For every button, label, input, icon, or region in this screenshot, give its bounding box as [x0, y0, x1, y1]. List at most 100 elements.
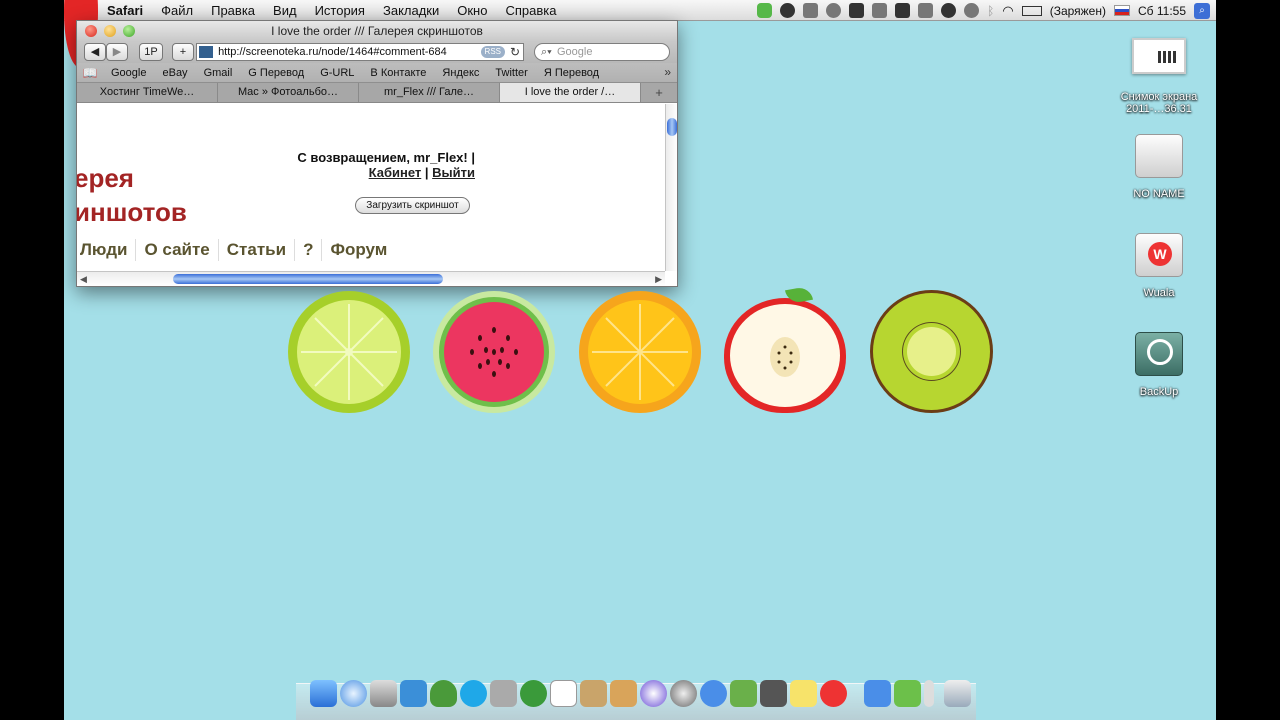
- menu-history[interactable]: История: [306, 3, 374, 18]
- battery-icon[interactable]: [1021, 5, 1042, 16]
- nav-forum[interactable]: Форум: [322, 240, 395, 260]
- desktop-icon-backup[interactable]: BackUp: [1104, 332, 1214, 398]
- close-window-button[interactable]: [85, 25, 97, 37]
- twitter-icon[interactable]: [400, 680, 427, 707]
- spotlight-icon[interactable]: ⌕: [1194, 2, 1210, 19]
- apple-flesh: [730, 304, 840, 407]
- address-url: http://screenoteka.ru/node/1464#comment-…: [218, 46, 447, 59]
- evernote-elephant-icon[interactable]: [918, 3, 934, 18]
- zoom-window-button[interactable]: [123, 25, 135, 37]
- desktop-icon-no-name[interactable]: NO NAME: [1104, 134, 1214, 200]
- adium-icon[interactable]: [430, 680, 457, 707]
- desktop-icon-screenshot[interactable]: Снимок экрана 2011-…36.31: [1104, 38, 1214, 115]
- address-book-icon[interactable]: [580, 680, 607, 707]
- menu-view[interactable]: Вид: [264, 3, 306, 18]
- itunes-icon[interactable]: [640, 680, 667, 707]
- search-field[interactable]: ⌕▾ Google: [534, 43, 670, 61]
- nav-articles[interactable]: Статьи: [219, 240, 294, 260]
- menu-window[interactable]: Окно: [448, 3, 496, 18]
- package-icon[interactable]: [610, 680, 637, 707]
- nav-people[interactable]: Люди: [77, 240, 135, 260]
- bookmark-ya-translate[interactable]: Я Перевод: [536, 67, 607, 79]
- cabinet-link[interactable]: Кабинет: [369, 165, 422, 180]
- tab-i-love-the-order[interactable]: I love the order /…: [500, 83, 641, 102]
- skype-icon[interactable]: [460, 680, 487, 707]
- rss-button[interactable]: RSS: [480, 46, 505, 58]
- utorrent-icon[interactable]: [520, 680, 547, 707]
- reload-icon[interactable]: ↻: [510, 44, 520, 60]
- scroll-right-arrow-icon[interactable]: ▶: [655, 272, 662, 286]
- upload-screenshot-button[interactable]: Загрузить скриншот: [355, 197, 470, 214]
- site-title-line1[interactable]: ерея: [77, 163, 134, 194]
- scroll-left-arrow-icon[interactable]: ◀: [80, 272, 87, 286]
- welcome-text: С возвращением, mr_Flex! |: [297, 150, 475, 165]
- bookmark-gmail[interactable]: Gmail: [196, 67, 241, 79]
- bookmarks-book-icon[interactable]: 📖: [77, 66, 103, 80]
- orange-segments-icon: [592, 304, 688, 400]
- twitter-status-icon[interactable]: [872, 3, 888, 18]
- reader-bookmarklet-button[interactable]: 1P: [139, 43, 163, 61]
- wuala-icon[interactable]: [820, 680, 847, 707]
- bookmark-ebay[interactable]: eBay: [154, 67, 195, 79]
- vertical-scrollbar[interactable]: [665, 104, 677, 271]
- add-bookmark-button[interactable]: +: [172, 43, 194, 61]
- logout-link[interactable]: Выйти: [432, 165, 475, 180]
- safari-icon[interactable]: [340, 680, 367, 707]
- dropbox-status-icon[interactable]: [849, 3, 865, 18]
- menu-edit[interactable]: Правка: [202, 3, 264, 18]
- stack-icon[interactable]: [894, 680, 921, 707]
- divvy-status-icon[interactable]: [826, 3, 842, 18]
- time-machine-icon[interactable]: [964, 3, 980, 18]
- trash-icon[interactable]: [944, 680, 971, 707]
- vertical-scroll-thumb[interactable]: [667, 118, 677, 136]
- boot-camp-icon[interactable]: [760, 680, 787, 707]
- nav-about[interactable]: О сайте: [136, 240, 217, 260]
- bookmark-g-url[interactable]: G-URL: [312, 67, 362, 79]
- menu-app-name[interactable]: Safari: [98, 3, 152, 18]
- watermelon-seeds-icon: [470, 327, 518, 377]
- new-tab-button[interactable]: +: [641, 83, 677, 102]
- facetime-icon[interactable]: [490, 680, 517, 707]
- tab-timeweb[interactable]: Хостинг TimeWe…: [77, 83, 218, 102]
- calendar-icon[interactable]: [550, 680, 577, 707]
- cs-status-icon[interactable]: [803, 3, 819, 18]
- menu-help[interactable]: Справка: [496, 3, 565, 18]
- evernote-status-icon[interactable]: [757, 3, 773, 18]
- stickies-icon[interactable]: [790, 680, 817, 707]
- bookmark-yandex[interactable]: Яндекс: [434, 67, 487, 79]
- wifi-icon[interactable]: ◠: [1002, 3, 1013, 19]
- app-store-folder-icon[interactable]: [864, 680, 891, 707]
- minimize-window-button[interactable]: [104, 25, 116, 37]
- desktop-icon-wuala[interactable]: W Wuala: [1104, 233, 1214, 299]
- menu-bar: Safari Файл Правка Вид История Закладки …: [64, 0, 1216, 68]
- disk-utility-icon[interactable]: [670, 680, 697, 707]
- forward-button[interactable]: ▶: [106, 43, 128, 61]
- finder-icon[interactable]: [310, 680, 337, 707]
- bookmark-google[interactable]: Google: [103, 67, 154, 79]
- more-bookmarks-chevron-icon[interactable]: »: [664, 65, 671, 79]
- bookmark-twitter[interactable]: Twitter: [487, 67, 535, 79]
- utilities-icon[interactable]: [924, 680, 934, 707]
- input-source-flag-icon[interactable]: [1113, 5, 1130, 16]
- menu-clock[interactable]: Сб 11:55: [1138, 4, 1186, 18]
- sync-status-icon[interactable]: [941, 3, 957, 18]
- bluetooth-icon[interactable]: ᛒ: [987, 4, 994, 18]
- address-bar[interactable]: http://screenoteka.ru/node/1464#comment-…: [196, 43, 524, 61]
- system-app-icon[interactable]: [730, 680, 757, 707]
- horizontal-scroll-thumb[interactable]: [173, 274, 443, 284]
- window-titlebar[interactable]: I love the order /// Галерея скриншотов: [77, 21, 677, 41]
- mail-icon[interactable]: [370, 680, 397, 707]
- site-title-line2[interactable]: иншотов: [77, 197, 187, 228]
- bookmark-vkontakte[interactable]: В Контакте: [362, 67, 434, 79]
- adium-status-icon[interactable]: [780, 3, 796, 18]
- menu-file[interactable]: Файл: [152, 3, 202, 18]
- app-store-icon[interactable]: [700, 680, 727, 707]
- menu-bookmarks[interactable]: Закладки: [374, 3, 448, 18]
- cloud-status-icon[interactable]: [895, 3, 911, 18]
- horizontal-scrollbar[interactable]: ◀ ▶: [77, 271, 665, 286]
- bookmark-g-translate[interactable]: G Перевод: [240, 67, 312, 79]
- nav-help[interactable]: ?: [295, 240, 321, 260]
- tab-mac-photoalbum[interactable]: Mac » Фотоальбо…: [218, 83, 359, 102]
- tab-mr-flex[interactable]: mr_Flex /// Гале…: [359, 83, 500, 102]
- back-button[interactable]: ◀: [84, 43, 106, 61]
